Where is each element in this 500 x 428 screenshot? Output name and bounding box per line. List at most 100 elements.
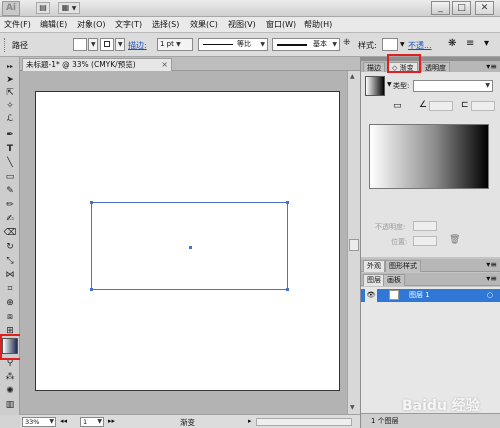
symbol-sprayer-tool-icon[interactable]: ✺ (3, 385, 17, 397)
center-point (189, 246, 192, 249)
canvas-area[interactable] (20, 71, 347, 414)
menu-object[interactable]: 对象(O) (77, 19, 106, 30)
menu-select[interactable]: 选择(S) (152, 19, 179, 30)
tab-artboards[interactable]: 画板 (383, 274, 405, 286)
vertical-scrollbar[interactable]: ▲ ▼ (347, 71, 360, 414)
right-panel-dock: 描边 ◇ 渐变 透明度 ▾≡ ▼ 类型: ▼ ▭ ∠ ⊏ 不透明度: 位置: 🗑… (360, 57, 500, 428)
line-tool-icon[interactable]: ╲ (3, 157, 17, 169)
fill-swatch[interactable] (73, 38, 87, 51)
bridge-button[interactable]: ▤ (36, 2, 50, 14)
gradient-panel: ▼ 类型: ▼ ▭ ∠ ⊏ 不透明度: 位置: 🗑 (361, 72, 500, 257)
tab-graphic-styles[interactable]: 图形样式 (385, 260, 421, 272)
document-tab[interactable]: 未标题-1* @ 33% (CMYK/预览) × (22, 58, 172, 71)
rotate-tool-icon[interactable]: ↻ (3, 241, 17, 253)
opacity-link[interactable]: 不透... (408, 40, 432, 51)
lasso-tool-icon[interactable]: ℒ (3, 113, 17, 125)
transform-icon[interactable]: ⁜ (343, 38, 351, 48)
delete-stop-icon[interactable]: 🗑 (449, 235, 460, 245)
free-transform-tool-icon[interactable]: ⌗ (3, 283, 17, 295)
tab-appearance[interactable]: 外观 (363, 260, 385, 272)
swatch-dropdown-caret[interactable]: ▼ (387, 81, 392, 88)
opacity-field[interactable] (413, 221, 437, 231)
menu-effect[interactable]: 效果(C) (190, 19, 218, 30)
style-dropdown-caret[interactable]: ▼ (400, 41, 405, 48)
paintbrush-tool-icon[interactable]: ✎ (3, 185, 17, 197)
menu-type[interactable]: 文字(T) (115, 19, 142, 30)
recolor-artwork-icon[interactable]: ❋ (448, 38, 456, 49)
visibility-eye-icon[interactable]: 👁 (365, 289, 377, 302)
column-graph-tool-icon[interactable]: ▥ (3, 399, 17, 411)
variable-width-profile[interactable]: 等比 ▼ (198, 38, 268, 51)
control-bar: 路径 ▼ ▼ 描边: 1 pt ▼ 等比 ▼ 基本 ▼ ⁜ 样式: ▼ 不透..… (0, 33, 500, 57)
selection-tool-icon[interactable]: ➤ (3, 74, 17, 86)
grip-icon (4, 38, 7, 52)
close-window-button[interactable]: ✕ (475, 1, 494, 15)
gradient-type-dropdown[interactable]: ▼ (413, 80, 493, 92)
menu-window[interactable]: 窗口(W) (266, 19, 296, 30)
stroke-gradient-icon[interactable]: ▭ (393, 101, 402, 111)
panel-options-icon[interactable]: ▾≡ (486, 274, 497, 283)
scroll-down-icon[interactable]: ▼ (350, 404, 355, 411)
status-menu-icon[interactable]: ▸ (248, 417, 252, 425)
stroke-dropdown[interactable]: ▼ (115, 38, 125, 51)
blob-brush-tool-icon[interactable]: ✍ (3, 213, 17, 225)
next-artboard-icon[interactable]: ▸▸ (108, 417, 115, 425)
panel-options-icon[interactable]: ▾≡ (486, 62, 497, 71)
type-tool-icon[interactable]: T (3, 143, 17, 155)
aspect-ratio-icon[interactable]: ⊏ (461, 100, 469, 110)
scale-tool-icon[interactable]: ⤡ (3, 255, 17, 267)
gradient-swatch[interactable] (365, 76, 385, 96)
shape-builder-tool-icon[interactable]: ⊕ (3, 297, 17, 309)
align-icon[interactable]: ≡ (466, 38, 474, 49)
selection-handle[interactable] (90, 201, 93, 204)
selection-handle[interactable] (286, 201, 289, 204)
selection-handle[interactable] (286, 288, 289, 291)
artboard-number-field[interactable]: 1 ▼ (80, 417, 104, 427)
layer-name[interactable]: 图层 1 (409, 289, 430, 302)
pen-tool-icon[interactable]: ✒ (3, 129, 17, 141)
eraser-tool-icon[interactable]: ⌫ (3, 227, 17, 239)
rectangle-tool-icon[interactable]: ▭ (3, 171, 17, 183)
pencil-tool-icon[interactable]: ✏ (3, 199, 17, 211)
stroke-link[interactable]: 描边: (128, 40, 147, 51)
fill-dropdown[interactable]: ▼ (88, 38, 98, 51)
graphic-style-swatch[interactable] (382, 38, 398, 51)
close-tab-icon[interactable]: × (161, 59, 168, 70)
aspect-ratio-field[interactable] (471, 101, 495, 111)
scroll-thumb[interactable] (349, 239, 359, 251)
location-field[interactable] (413, 236, 437, 246)
layer-row[interactable]: 👁 图层 1 ○ (361, 289, 500, 302)
minimize-button[interactable]: _ (431, 1, 450, 15)
magic-wand-tool-icon[interactable]: ✧ (3, 100, 17, 112)
blend-tool-icon[interactable]: ⁂ (3, 371, 17, 383)
tab-layers[interactable]: 图层 (363, 274, 385, 286)
stroke-swatch[interactable] (100, 38, 114, 51)
panel-collapse-icon[interactable]: ▸▸ (3, 61, 17, 73)
layers-footer: 1 个图层 (361, 413, 500, 428)
artboard[interactable] (35, 91, 340, 391)
menu-view[interactable]: 视图(V) (228, 19, 256, 30)
width-tool-icon[interactable]: ⋈ (3, 269, 17, 281)
perspective-grid-tool-icon[interactable]: ⧈ (3, 311, 17, 323)
menu-edit[interactable]: 编辑(E) (40, 19, 67, 30)
menu-help[interactable]: 帮助(H) (304, 19, 332, 30)
target-icon[interactable]: ○ (487, 289, 493, 302)
scroll-up-icon[interactable]: ▲ (350, 73, 355, 80)
horizontal-scrollbar[interactable] (256, 418, 352, 426)
restore-button[interactable]: □ (452, 1, 471, 15)
panel-options-icon[interactable]: ▾≡ (486, 260, 497, 269)
gradient-slider-preview[interactable] (369, 124, 489, 189)
selection-handle[interactable] (90, 288, 93, 291)
menu-file[interactable]: 文件(F) (4, 19, 31, 30)
angle-field[interactable] (429, 101, 453, 111)
stroke-weight-field[interactable]: 1 pt ▼ (157, 38, 193, 51)
angle-icon[interactable]: ∠ (419, 100, 427, 110)
prev-artboard-icon[interactable]: ◂◂ (60, 417, 67, 425)
arrange-documents-button[interactable]: ▦ ▼ (58, 2, 80, 14)
brush-definition[interactable]: 基本 ▼ (272, 38, 340, 51)
zoom-field[interactable]: 33% ▼ (22, 417, 56, 427)
direct-selection-tool-icon[interactable]: ⇱ (3, 87, 17, 99)
selected-rectangle[interactable] (90, 201, 289, 291)
selection-type-label: 路径 (12, 41, 28, 50)
panel-menu-icon[interactable]: ▾ (484, 38, 489, 49)
